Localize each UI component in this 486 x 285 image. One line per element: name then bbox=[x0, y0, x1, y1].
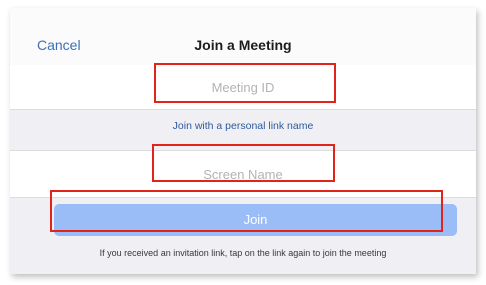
screen-name-input[interactable] bbox=[10, 151, 476, 197]
page-title: Join a Meeting bbox=[194, 37, 292, 53]
personal-link-name-link[interactable]: Join with a personal link name bbox=[10, 120, 476, 132]
join-meeting-dialog: Cancel Join a Meeting Join with a person… bbox=[10, 8, 476, 274]
meeting-id-row bbox=[10, 65, 476, 110]
screen-name-row bbox=[10, 150, 476, 198]
invitation-hint-text: If you received an invitation link, tap … bbox=[99, 248, 387, 258]
meeting-id-input[interactable] bbox=[10, 65, 476, 109]
join-button[interactable]: Join bbox=[54, 204, 457, 236]
navigation-bar: Cancel Join a Meeting bbox=[10, 8, 476, 66]
